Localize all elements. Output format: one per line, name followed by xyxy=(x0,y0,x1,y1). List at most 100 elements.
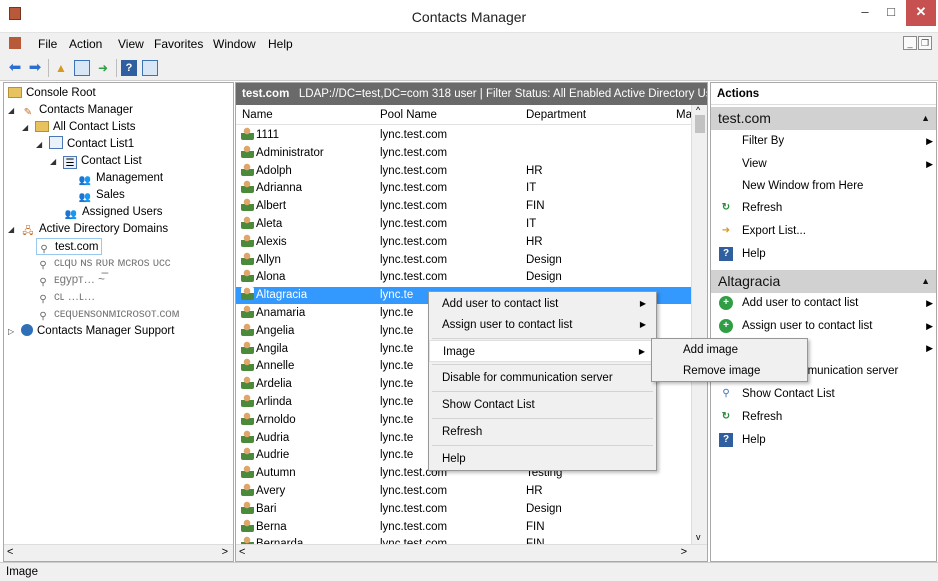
menu-item-show-contact-list[interactable]: Show Contact List xyxy=(429,394,656,416)
actions-pane: Actions test.com ▲ Filter By ▶ View ▶ New W… xyxy=(710,82,937,562)
action-show-contact-list[interactable]: ⚲ Show Contact List xyxy=(711,383,936,405)
collapse-arrow-icon[interactable]: ◢ xyxy=(50,153,58,170)
tree-item-domain-blurred[interactable]: ⚲ ᴄʟ …ʟ… xyxy=(36,289,95,306)
export-list-icon[interactable]: ➜ xyxy=(95,60,111,76)
tree-item-contact-list[interactable]: ◢ ☰ Contact List xyxy=(50,153,142,170)
forward-arrow-icon[interactable]: ➡ xyxy=(27,60,43,76)
collapse-caret-icon[interactable]: ▲ xyxy=(921,270,930,293)
minimize-button[interactable]: – xyxy=(852,0,878,26)
tree-item-sales[interactable]: 👥 Sales xyxy=(78,187,125,204)
menu-item-add-image[interactable]: Add image xyxy=(652,339,807,361)
table-row[interactable]: Administrator lync.test.com xyxy=(236,144,691,162)
tree-item-domain-blurred[interactable]: ⚲ ᴄᴇqᴜᴇɴsᴏɴᴍɪᴄʀᴏsᴏᴛ.cᴏᴍ xyxy=(36,306,179,323)
list-vertical-scrollbar[interactable]: ^ v xyxy=(691,105,707,544)
menu-view[interactable]: View xyxy=(118,37,144,51)
action-help[interactable]: ? Help xyxy=(711,243,936,265)
action-help[interactable]: ? Help xyxy=(711,429,936,451)
close-button[interactable]: ✕ xyxy=(906,0,936,26)
action-refresh[interactable]: ↻ Refresh xyxy=(711,197,936,219)
table-row[interactable]: Aleta lync.test.com IT xyxy=(236,216,691,233)
table-row[interactable]: Alona lync.test.com Design xyxy=(236,269,691,286)
collapse-caret-icon[interactable]: ▲ xyxy=(921,107,930,130)
actions-section-test-com[interactable]: test.com ▲ xyxy=(711,107,936,130)
window-title: Contacts Manager xyxy=(411,9,527,25)
action-refresh[interactable]: ↻ Refresh xyxy=(711,406,936,428)
action-add-user-to-contact-list[interactable]: + Add user to contact list ▶ xyxy=(711,292,936,314)
mdi-minimize-icon[interactable]: _ xyxy=(903,36,917,50)
menu-separator xyxy=(432,445,653,446)
list-horizontal-scrollbar[interactable]: < > xyxy=(236,544,707,561)
expand-arrow-icon[interactable]: ▷ xyxy=(8,323,16,340)
table-row[interactable]: Adolph lync.test.com HR xyxy=(236,162,691,180)
menu-item-refresh[interactable]: Refresh xyxy=(429,421,656,443)
mdi-restore-icon[interactable]: ❐ xyxy=(918,36,932,50)
menu-item-image[interactable]: Image ▶ xyxy=(429,340,656,362)
show-hide-action-pane-icon[interactable] xyxy=(142,60,158,76)
tree-item-management[interactable]: 👥 Management xyxy=(78,170,163,187)
table-row[interactable]: Alexis lync.test.com HR xyxy=(236,233,691,251)
action-export-list[interactable]: ➜ Export List... xyxy=(711,220,936,242)
table-row[interactable]: Albert lync.test.com FIN xyxy=(236,198,691,215)
show-hide-tree-icon[interactable] xyxy=(74,60,90,76)
cell-pool-name: lync.test.com xyxy=(380,129,448,141)
actions-section-altagracia[interactable]: Altagracia ▲ xyxy=(711,270,936,293)
table-row[interactable]: Berna lync.test.com FIN xyxy=(236,518,691,536)
scroll-right-icon[interactable]: > xyxy=(222,546,228,558)
cell-department: Design xyxy=(526,502,562,515)
table-row[interactable]: Avery lync.test.com HR xyxy=(236,483,691,500)
tree-item-contact-list1[interactable]: ◢ Contact List1 xyxy=(36,136,134,153)
table-row[interactable]: Allyn lync.test.com Design xyxy=(236,251,691,269)
cell-pool-name: lync.test.com xyxy=(380,164,448,177)
action-filter-by[interactable]: Filter By ▶ xyxy=(711,130,936,152)
table-row[interactable]: Bari lync.test.com Design xyxy=(236,500,691,518)
column-header-pool-name[interactable]: Pool Name xyxy=(380,109,437,121)
collapse-arrow-icon[interactable]: ◢ xyxy=(8,102,16,119)
table-row[interactable]: Adrianna lync.test.com IT xyxy=(236,180,691,197)
menu-item-help[interactable]: Help xyxy=(429,448,656,470)
help-icon[interactable]: ? xyxy=(121,60,137,76)
export-list-icon: ➜ xyxy=(721,225,731,236)
menu-item-assign-user-to-contact-list[interactable]: Assign user to contact list ▶ xyxy=(429,314,656,336)
collapse-arrow-icon[interactable]: ◢ xyxy=(8,221,16,238)
column-header-ma[interactable]: Ma xyxy=(676,109,692,121)
tree-item-domain-blurred[interactable]: ⚲ ᴄʟqᴜ ɴs ʀᴜʀ ᴍᴄʀos ᴜcc xyxy=(36,255,231,272)
menu-favorites[interactable]: Favorites xyxy=(154,37,203,51)
scroll-left-icon[interactable]: < xyxy=(239,546,245,558)
tree-item-contacts-manager-support[interactable]: ▷ Contacts Manager Support xyxy=(8,323,174,340)
menu-item-disable-communication-server[interactable]: Disable for communication server xyxy=(429,367,656,389)
action-assign-user-to-contact-list[interactable]: + Assign user to contact list ▶ xyxy=(711,315,936,337)
console-icon[interactable] xyxy=(9,37,21,49)
scroll-thumb[interactable] xyxy=(695,115,705,133)
scroll-down-icon[interactable]: v xyxy=(696,532,701,542)
scroll-right-icon[interactable]: > xyxy=(681,546,687,558)
menu-help[interactable]: Help xyxy=(268,37,293,51)
column-header-department[interactable]: Department xyxy=(526,109,586,121)
maximize-button[interactable]: □ xyxy=(878,0,904,26)
menu-item-add-user-to-contact-list[interactable]: Add user to contact list ▶ xyxy=(429,293,656,315)
user-icon xyxy=(241,518,254,532)
tree-item-assigned-users[interactable]: 👥 Assigned Users xyxy=(64,204,163,221)
menu-item-remove-image[interactable]: Remove image xyxy=(652,360,807,382)
tree-item-active-directory-domains[interactable]: ◢ 🖧 Active Directory Domains xyxy=(8,221,168,238)
tree-horizontal-scrollbar[interactable]: < > xyxy=(4,544,233,561)
menu-action[interactable]: Action xyxy=(69,37,102,51)
user-icon xyxy=(241,233,254,247)
back-arrow-icon[interactable]: ⬅ xyxy=(7,60,23,76)
scroll-left-icon[interactable]: < xyxy=(7,546,13,558)
menu-window[interactable]: Window xyxy=(213,37,256,51)
column-header-name[interactable]: Name xyxy=(242,109,273,121)
tree-item-console-root[interactable]: Console Root xyxy=(8,85,96,102)
tree-item-domain-blurred[interactable]: ⚲ ᴇgypᴛ… ~̅̅ xyxy=(36,272,105,289)
tree-item-test-com[interactable]: ⚲ test.com xyxy=(36,238,103,255)
collapse-arrow-icon[interactable]: ◢ xyxy=(22,119,30,136)
menu-file[interactable]: File xyxy=(38,37,57,51)
tree-item-contacts-manager[interactable]: ◢ ✎ Contacts Manager xyxy=(8,102,133,119)
users-icon: 👥 xyxy=(64,209,78,220)
collapse-arrow-icon[interactable]: ◢ xyxy=(36,136,44,153)
action-new-window[interactable]: New Window from Here xyxy=(711,175,936,197)
up-folder-icon[interactable]: ▲ xyxy=(53,60,69,76)
scroll-up-icon[interactable]: ^ xyxy=(696,105,700,115)
action-view[interactable]: View ▶ xyxy=(711,153,936,175)
table-row[interactable]: 1111 lync.test.com xyxy=(236,127,691,144)
tree-item-all-contact-lists[interactable]: ◢ All Contact Lists xyxy=(22,119,135,136)
